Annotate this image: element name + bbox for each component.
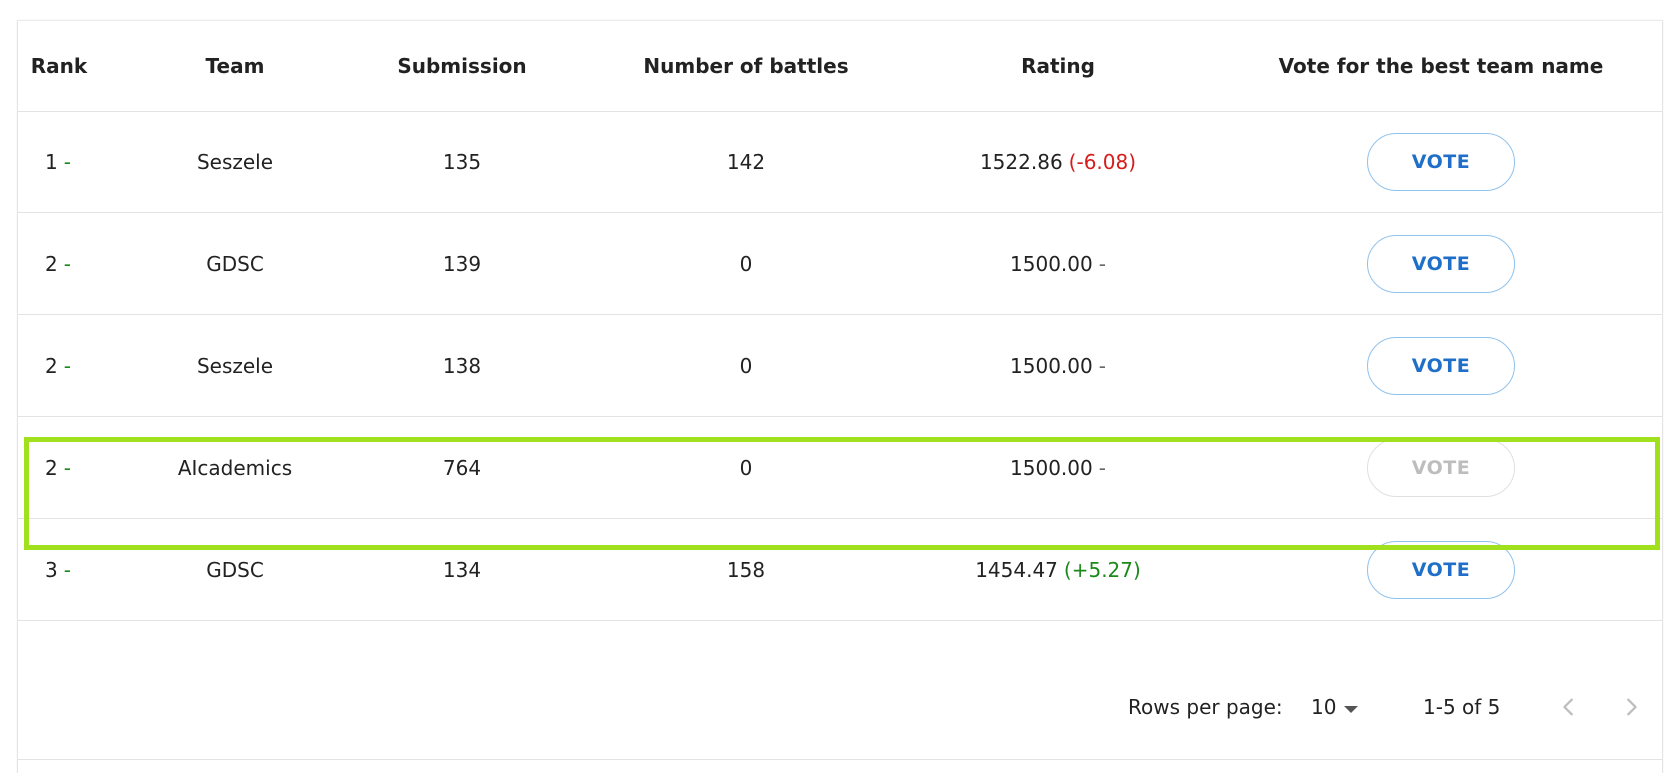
rank-change: -	[63, 251, 71, 276]
rating-delta: (-6.08)	[1068, 149, 1137, 174]
rank-value: 2	[45, 251, 58, 276]
vote-cell: VOTE	[1367, 213, 1515, 314]
column-header-battles[interactable]: Number of battles	[643, 21, 848, 111]
battle-count: 158	[726, 557, 766, 582]
rating-delta: -	[1098, 251, 1106, 276]
rows-per-page-select[interactable]: 10	[1311, 655, 1359, 759]
rating-value: 1500.00	[1010, 353, 1093, 378]
rating-value: 1500.00	[1010, 455, 1093, 480]
rating-value: 1522.86	[979, 149, 1063, 174]
team-name: Seszele	[196, 149, 274, 174]
vote-button[interactable]: VOTE	[1367, 540, 1515, 599]
chevron-right-icon	[1627, 698, 1637, 716]
team-name: GDSC	[206, 251, 264, 276]
rows-per-page-value: 10	[1311, 695, 1337, 719]
battle-count: 142	[726, 149, 766, 174]
table-row: 1- Seszele 135 142 1522.86 (-6.08) VOTE	[18, 111, 1662, 213]
rank-cell: 3-	[45, 519, 71, 620]
rank-cell: 2-	[45, 315, 71, 416]
rank-value: 1	[45, 149, 58, 174]
battle-count: 0	[739, 353, 753, 378]
table-header: Rank Team Submission Number of battles R…	[18, 21, 1662, 112]
rating-value: 1454.47	[975, 557, 1058, 582]
column-header-vote[interactable]: Vote for the best team name	[1279, 21, 1604, 111]
table-row: 2- GDSC 139 0 1500.00- VOTE	[18, 213, 1662, 315]
previous-page-button[interactable]	[1558, 655, 1580, 759]
team-name: GDSC	[206, 557, 264, 582]
submission-id: 138	[442, 353, 482, 378]
vote-cell: VOTE	[1367, 111, 1515, 212]
column-header-submission[interactable]: Submission	[397, 21, 526, 111]
rows-per-page-label: Rows per page:	[1128, 695, 1283, 719]
table-row: 2- Seszele 138 0 1500.00- VOTE	[18, 315, 1662, 417]
submission-id: 135	[442, 149, 482, 174]
rank-value: 2	[45, 353, 58, 378]
team-name: AIcademics	[177, 455, 293, 480]
column-header-rank[interactable]: Rank	[31, 21, 87, 111]
caret-down-icon	[1344, 705, 1359, 713]
rating-value: 1500.00	[1010, 251, 1093, 276]
vote-button[interactable]: VOTE	[1367, 336, 1515, 395]
submission-id: 134	[442, 557, 482, 582]
team-name: Seszele	[196, 353, 274, 378]
rating-cell: 1500.00-	[1010, 315, 1106, 416]
rank-change: -	[63, 149, 71, 174]
rating-cell: 1500.00-	[1010, 213, 1106, 314]
column-header-team[interactable]: Team	[206, 21, 265, 111]
rating-delta: (+5.27)	[1063, 557, 1141, 582]
battle-count: 0	[739, 251, 753, 276]
rating-cell: 1522.86 (-6.08)	[980, 111, 1136, 212]
vote-button[interactable]: VOTE	[1367, 132, 1515, 191]
rank-cell: 1-	[45, 111, 71, 212]
vote-cell: VOTE	[1367, 315, 1515, 416]
rating-delta: -	[1098, 353, 1106, 378]
pagination-range: 1-5 of 5	[1423, 695, 1501, 719]
next-page-button[interactable]	[1620, 655, 1642, 759]
rating-cell: 1500.00-	[1010, 417, 1106, 518]
vote-button[interactable]: VOTE	[1367, 234, 1515, 293]
column-header-rating[interactable]: Rating	[1021, 21, 1095, 111]
rank-cell: 2-	[45, 213, 71, 314]
submission-id: 139	[442, 251, 482, 276]
rank-cell: 2-	[45, 417, 71, 518]
table-row-own-team: 2- AIcademics 764 0 1500.00- VOTE	[18, 417, 1662, 519]
rating-delta: -	[1098, 455, 1106, 480]
rank-value: 3	[45, 557, 58, 582]
vote-button-disabled: VOTE	[1367, 438, 1515, 497]
table-row: 3- GDSC 134 158 1454.47 (+5.27) VOTE	[18, 519, 1662, 621]
rank-change: -	[63, 557, 71, 582]
vote-cell: VOTE	[1367, 417, 1515, 518]
leaderboard-card: Rank Team Submission Number of battles R…	[17, 20, 1663, 773]
rating-cell: 1454.47 (+5.27)	[975, 519, 1141, 620]
submission-id: 764	[442, 455, 482, 480]
rank-change: -	[63, 353, 71, 378]
table-pagination: Rows per page: 10 1-5 of 5	[18, 655, 1662, 760]
battle-count: 0	[739, 455, 753, 480]
chevron-left-icon	[1563, 698, 1573, 716]
vote-cell: VOTE	[1367, 519, 1515, 620]
rank-change: -	[63, 455, 71, 480]
rank-value: 2	[45, 455, 58, 480]
